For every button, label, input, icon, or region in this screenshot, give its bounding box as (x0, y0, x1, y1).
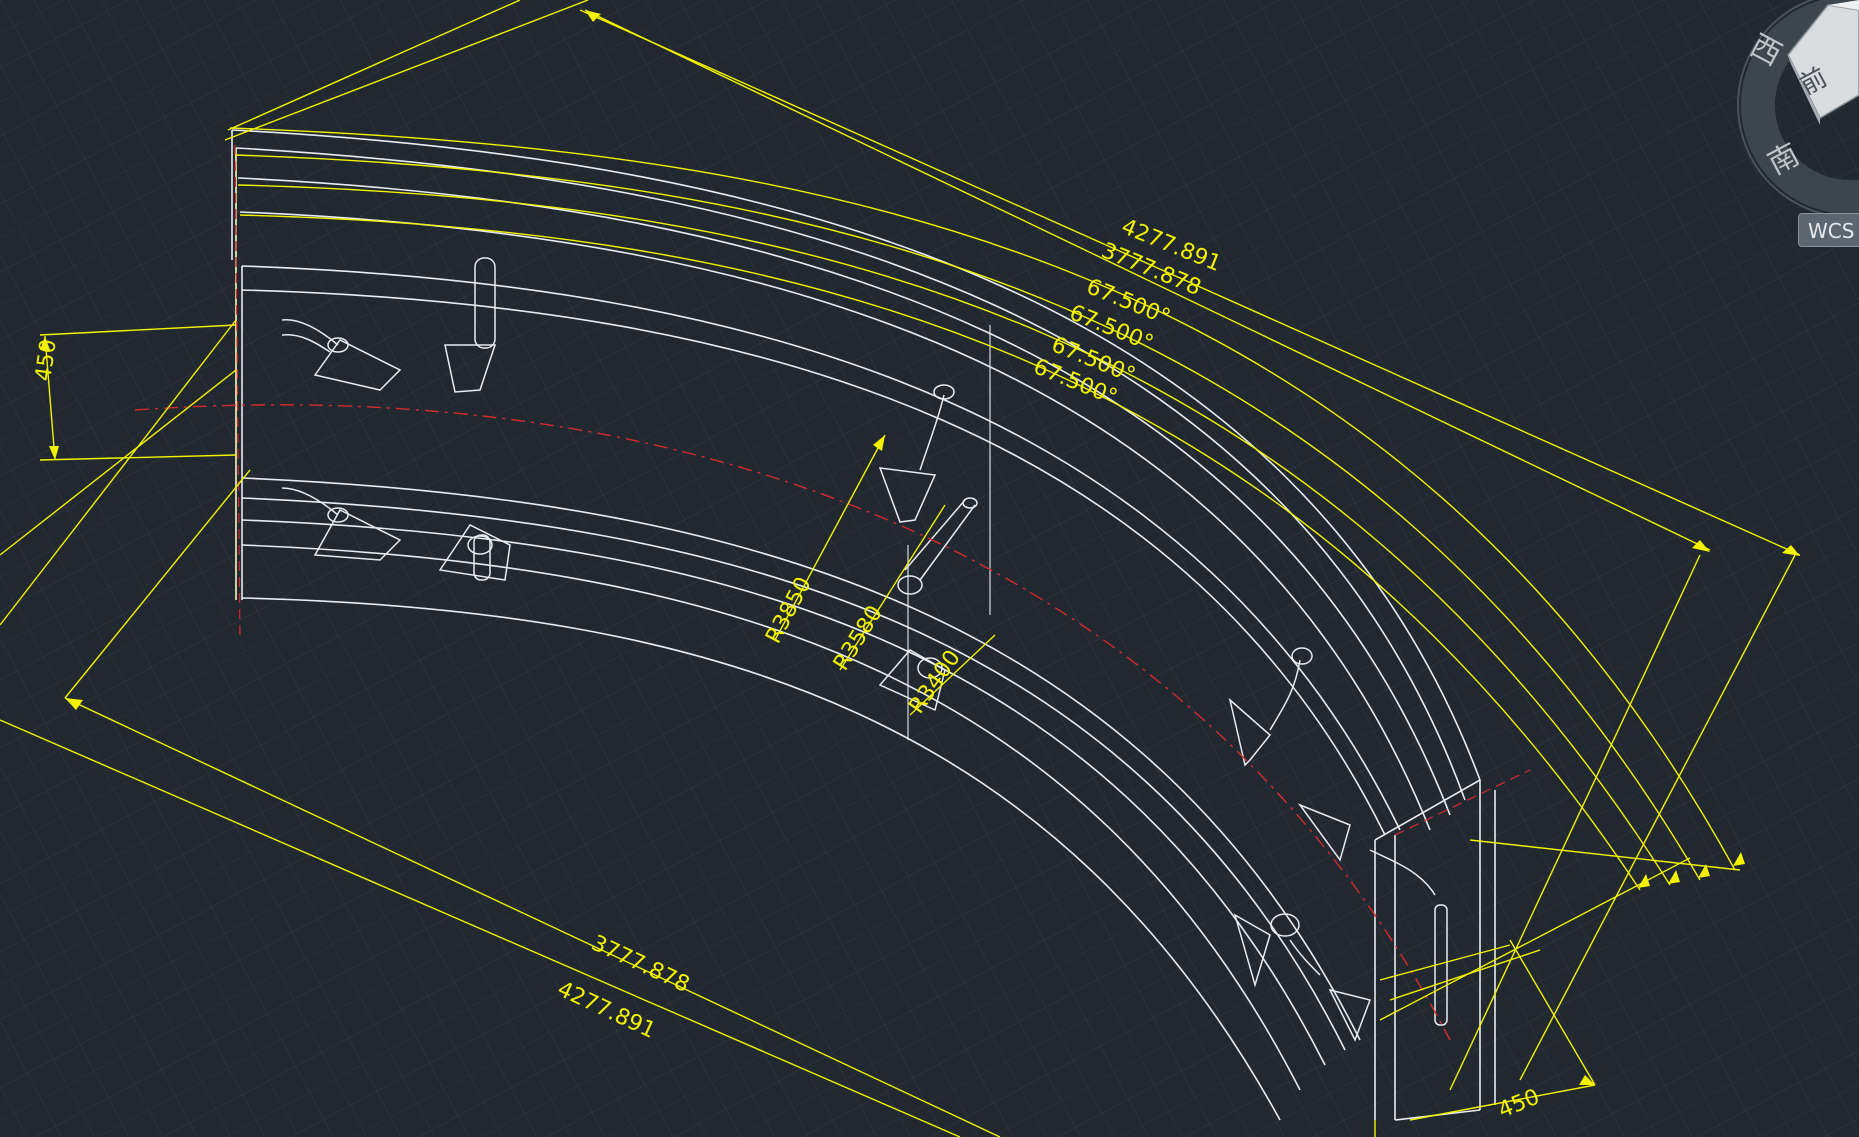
wcs-label: WCS (1808, 219, 1855, 243)
wcs-button[interactable]: WCS (1798, 213, 1859, 247)
model-space-viewport[interactable]: 4277.891 3777.878 67.500° 67.500° 67.500… (0, 0, 1859, 1137)
cad-drawing-canvas[interactable]: 4277.891 3777.878 67.500° 67.500° 67.500… (0, 0, 1859, 1137)
